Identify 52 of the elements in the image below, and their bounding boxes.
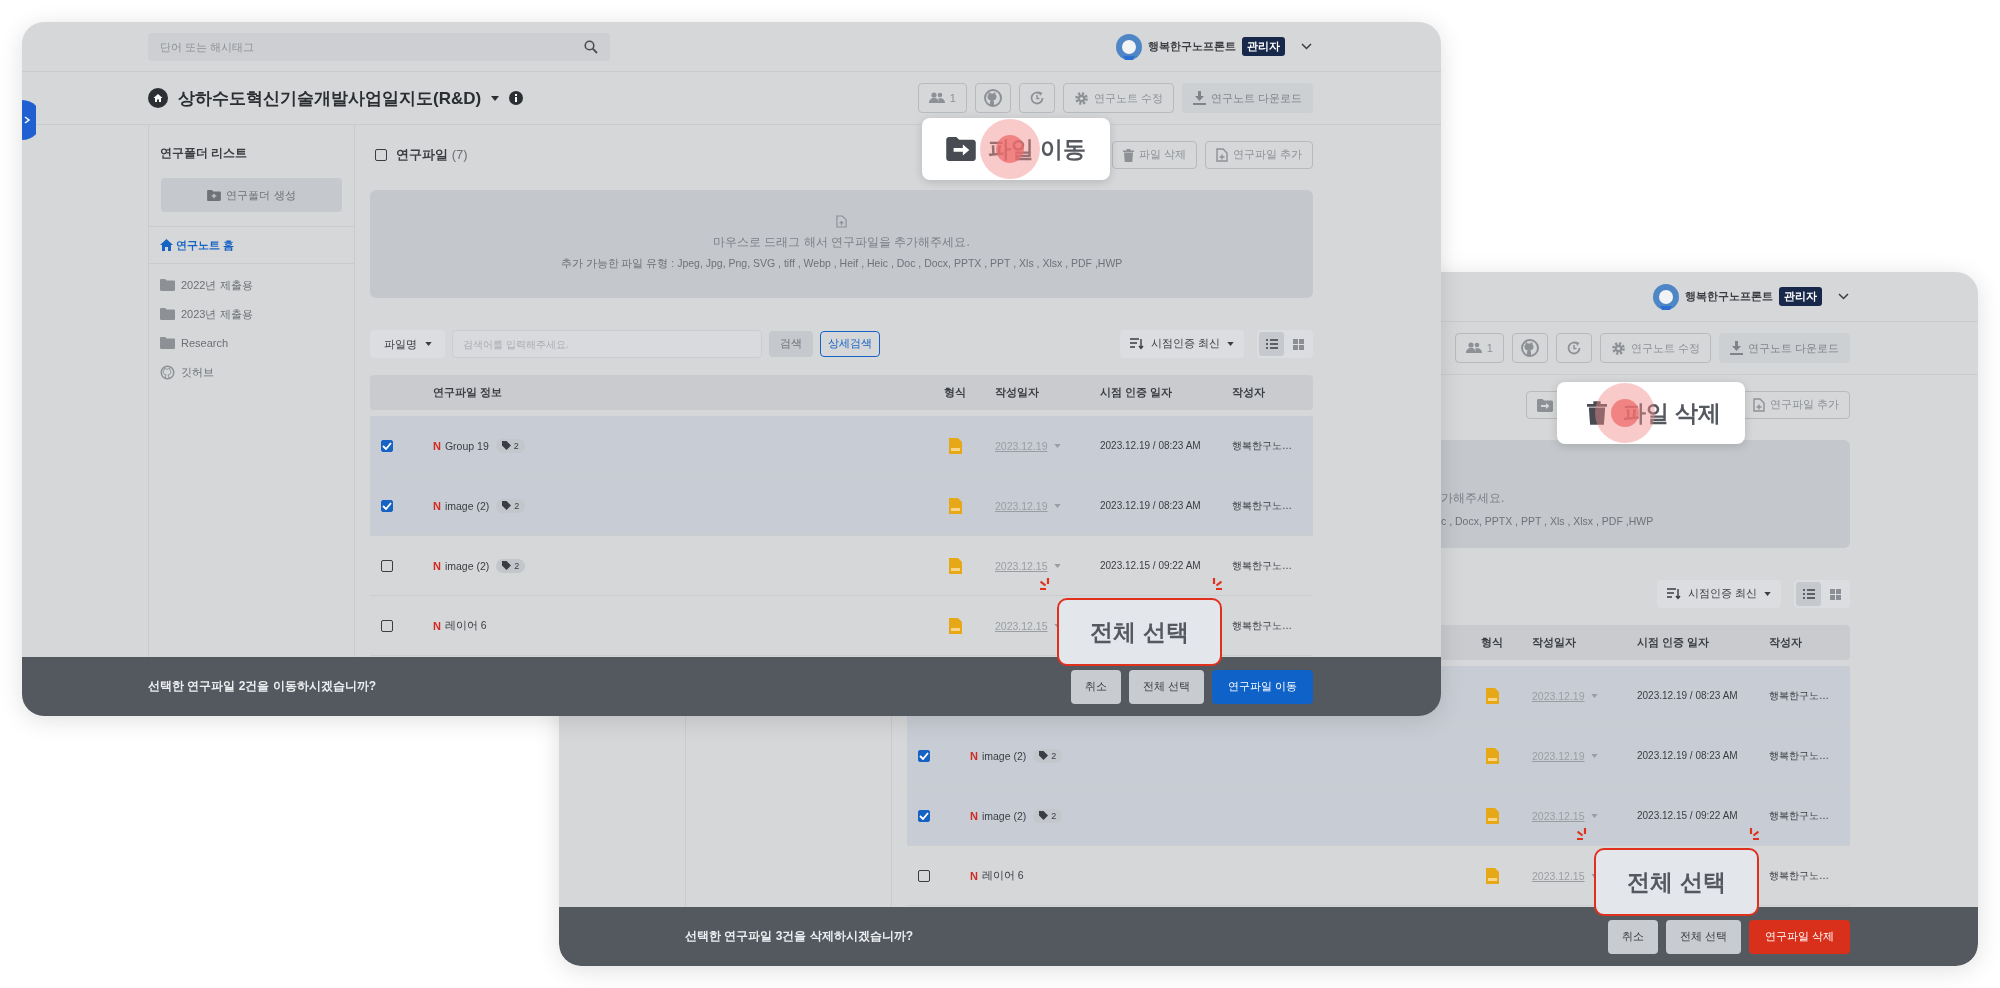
tag-count: 2 xyxy=(1051,810,1057,821)
new-label: N xyxy=(433,439,441,452)
select-all-tooltip: 전체 선택 xyxy=(1594,848,1759,916)
certified-date: 2023.12.19 / 08:23 AM xyxy=(1100,500,1201,511)
certified-date: 2023.12.19 / 08:23 AM xyxy=(1100,440,1201,451)
certified-date: 2023.12.15 / 09:22 AM xyxy=(1637,810,1738,821)
note-title: 상하수도혁신기술개발사업일지도(R&D) xyxy=(178,87,482,110)
author-name: 행복한구노… xyxy=(1232,439,1292,451)
select-all-tooltip: 전체 선택 xyxy=(1057,598,1222,666)
tag-count: 2 xyxy=(514,500,520,511)
new-label: N xyxy=(970,749,978,762)
tag-count: 2 xyxy=(514,560,520,571)
certified-date: 2023.12.19 / 08:23 AM xyxy=(1637,690,1738,701)
author-name: 행복한구노… xyxy=(1769,869,1829,881)
column-header: 연구파일 정보 xyxy=(432,385,503,400)
user-name: 행복한구노프론트 xyxy=(1685,289,1773,304)
author-name: 행복한구노… xyxy=(1232,499,1292,511)
user-name: 행복한구노프론트 xyxy=(1148,39,1236,54)
section-title: 연구파일 (7) xyxy=(396,146,468,164)
column-header: 시점 인증 일자 xyxy=(1100,385,1173,400)
role-badge: 관리자 xyxy=(1242,37,1285,56)
move-tooltip: 파일 이동 xyxy=(922,118,1110,180)
new-label: N xyxy=(970,809,978,822)
author-name: 행복한구노… xyxy=(1232,619,1292,631)
new-label: N xyxy=(970,869,978,882)
author-name: 행복한구노… xyxy=(1769,809,1829,821)
new-label: N xyxy=(433,499,441,512)
author-name: 행복한구노… xyxy=(1232,559,1292,571)
delete-tooltip: 파일 삭제 xyxy=(1557,382,1745,444)
drop-message: 마우스로 드래그 해서 연구파일을 추가해주세요. xyxy=(713,234,970,251)
column-header: 작성일자 xyxy=(995,385,1040,400)
column-header: 형식 xyxy=(1480,635,1504,650)
certified-date: 2023.12.19 / 08:23 AM xyxy=(1637,750,1738,761)
confirm-message: 선택한 연구파일 2건을 이동하시겠습니까? xyxy=(148,678,376,695)
drop-message: 가해주세요. xyxy=(1441,490,1505,507)
role-badge: 관리자 xyxy=(1779,287,1822,306)
new-label: N xyxy=(433,559,441,572)
tag-count: 2 xyxy=(513,440,519,451)
new-label: N xyxy=(433,619,441,632)
file-types-hint: c , Docx, PPTX , PPT , Xls , Xlsx , PDF ,HWP xyxy=(1441,515,1654,527)
certified-date: 2023.12.15 / 09:22 AM xyxy=(1100,560,1201,571)
column-header: 형식 xyxy=(943,385,967,400)
column-header: 작성자 xyxy=(1232,385,1266,400)
column-header: 시점 인증 일자 xyxy=(1637,635,1710,650)
column-header: 작성자 xyxy=(1769,635,1803,650)
column-header: 작성일자 xyxy=(1532,635,1577,650)
file-types-hint: 추가 가능한 파일 유형 : Jpeg, Jpg, Png, SVG , tiff , Webp , Heif , Heic , Doc , Docx, PPTX , PPT , Xls , Xlsx , PDF ,HWP xyxy=(560,257,1123,271)
author-name: 행복한구노… xyxy=(1769,689,1829,701)
panel-title: 연구폴더 리스트 xyxy=(159,145,249,161)
author-name: 행복한구노… xyxy=(1769,749,1829,761)
tag-count: 2 xyxy=(1051,750,1057,761)
confirm-message: 선택한 연구파일 3건을 삭제하시겠습니까? xyxy=(685,928,913,945)
